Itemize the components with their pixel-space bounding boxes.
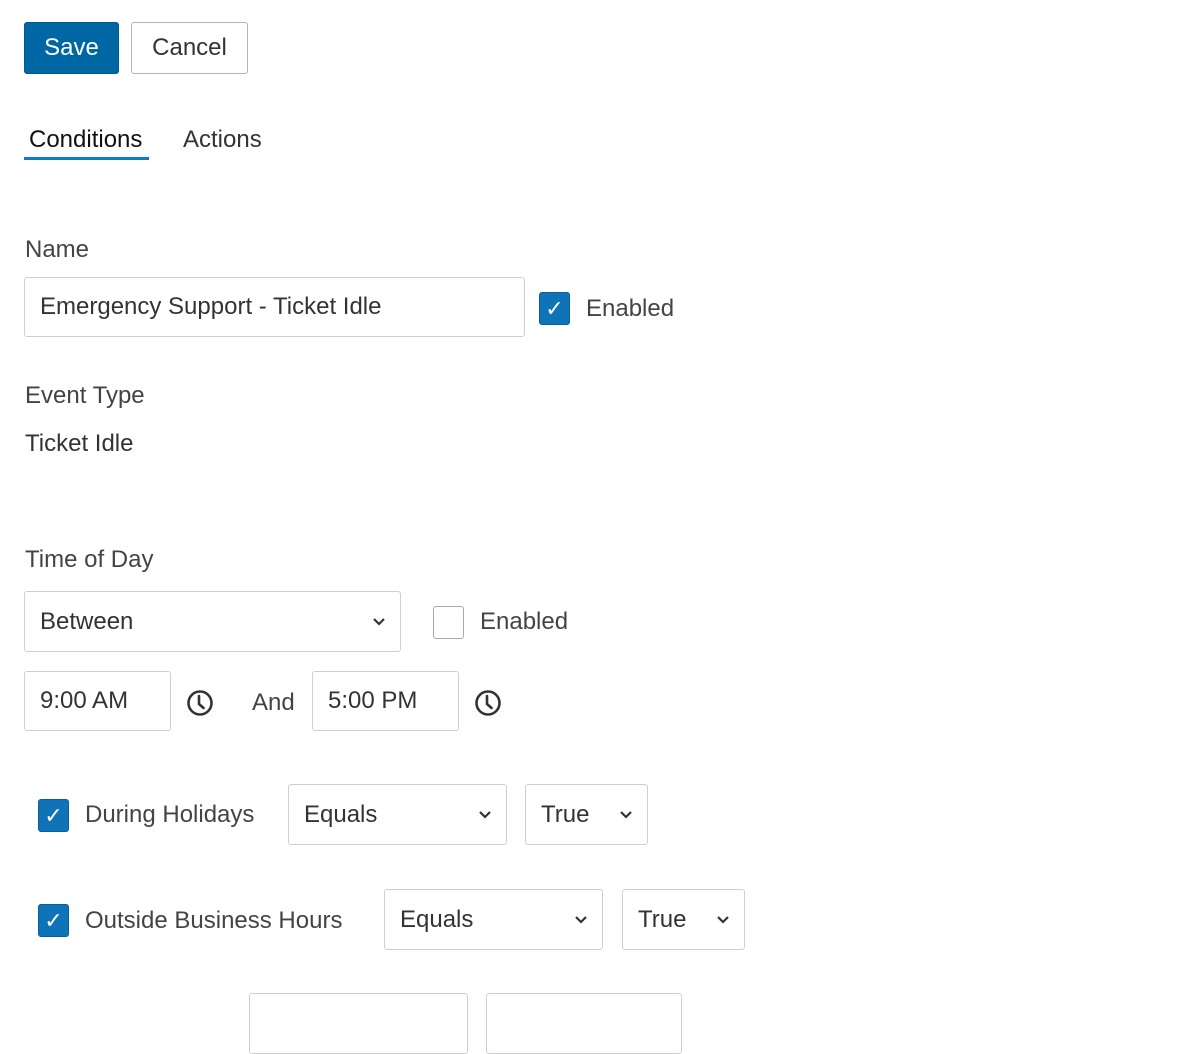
name-input-value: Emergency Support - Ticket Idle xyxy=(40,293,382,320)
tab-actions[interactable]: Actions xyxy=(183,126,262,154)
and-label: And xyxy=(252,689,295,716)
during-holidays-value: True xyxy=(541,800,590,828)
start-time-value: 9:00 AM xyxy=(40,687,129,714)
chevron-down-icon xyxy=(619,808,633,822)
name-input[interactable]: Emergency Support - Ticket Idle xyxy=(24,277,525,337)
chevron-down-icon xyxy=(372,615,386,629)
outside-business-hours-value-select[interactable]: True xyxy=(622,889,745,950)
clock-icon[interactable] xyxy=(474,689,502,717)
check-icon: ✓ xyxy=(545,295,564,321)
start-time-input[interactable]: 9:00 AM xyxy=(24,671,171,731)
time-of-day-operator-select[interactable]: Between xyxy=(24,591,401,652)
event-type-label: Event Type xyxy=(25,382,145,409)
check-icon: ✓ xyxy=(44,802,63,828)
outside-business-hours-operator-select[interactable]: Equals xyxy=(384,889,603,950)
time-of-day-enabled-checkbox[interactable] xyxy=(433,606,464,639)
outside-business-hours-value: True xyxy=(638,905,687,933)
time-of-day-label: Time of Day xyxy=(25,546,154,573)
chevron-down-icon xyxy=(478,808,492,822)
event-type-value: Ticket Idle xyxy=(25,430,134,457)
end-time-value: 5:00 PM xyxy=(328,687,418,714)
during-holidays-operator-value: Equals xyxy=(304,800,378,828)
next-condition-operator-select[interactable] xyxy=(249,993,468,1054)
active-tab-indicator xyxy=(24,157,149,160)
time-of-day-operator-value: Between xyxy=(40,607,134,635)
end-time-input[interactable]: 5:00 PM xyxy=(312,671,459,731)
chevron-down-icon xyxy=(716,913,730,927)
outside-business-hours-operator-value: Equals xyxy=(400,905,474,933)
save-button[interactable]: Save xyxy=(24,22,119,74)
name-enabled-label: Enabled xyxy=(586,295,675,322)
during-holidays-checkbox[interactable]: ✓ xyxy=(38,799,69,832)
clock-icon[interactable] xyxy=(186,689,214,717)
chevron-down-icon xyxy=(574,913,588,927)
next-condition-value-select[interactable] xyxy=(486,993,682,1054)
time-of-day-enabled-label: Enabled xyxy=(480,608,569,635)
during-holidays-value-select[interactable]: True xyxy=(525,784,648,845)
during-holidays-label: During Holidays xyxy=(85,801,255,828)
tab-conditions[interactable]: Conditions xyxy=(29,126,142,154)
outside-business-hours-label: Outside Business Hours xyxy=(85,907,343,934)
during-holidays-operator-select[interactable]: Equals xyxy=(288,784,507,845)
cancel-button[interactable]: Cancel xyxy=(131,22,248,74)
outside-business-hours-checkbox[interactable]: ✓ xyxy=(38,904,69,937)
name-label: Name xyxy=(25,236,90,263)
name-enabled-checkbox[interactable]: ✓ xyxy=(539,292,570,325)
check-icon: ✓ xyxy=(44,907,63,933)
